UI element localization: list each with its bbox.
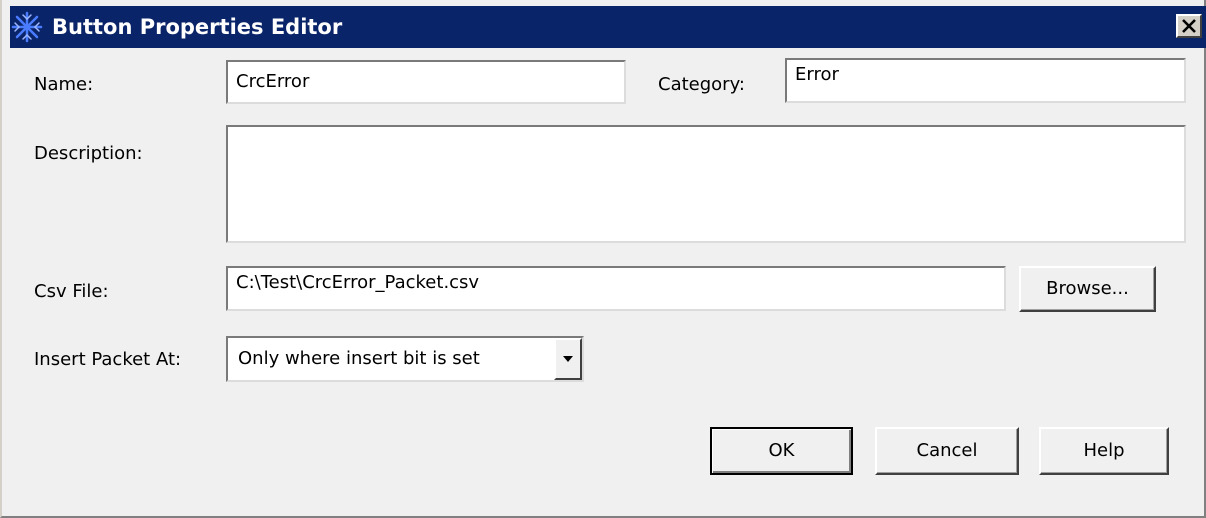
help-button[interactable]: Help [1039,427,1169,475]
dropdown-button[interactable] [554,338,582,380]
csv-file-field[interactable]: C:\Test\CrcError_Packet.csv [226,266,1006,311]
name-field[interactable]: CrcError [226,60,626,104]
snowflake-icon [10,10,44,44]
insert-packet-dropdown[interactable]: Only where insert bit is set [226,336,584,382]
window-title: Button Properties Editor [52,15,343,39]
insert-packet-label: Insert Packet At: [34,349,182,370]
close-button[interactable] [1176,14,1202,38]
name-label: Name: [34,74,94,95]
description-label: Description: [34,143,143,164]
cancel-button[interactable]: Cancel [875,427,1019,475]
insert-packet-selected: Only where insert bit is set [238,348,480,369]
browse-button[interactable]: Browse... [1019,266,1156,312]
description-textarea[interactable] [226,125,1186,243]
button-properties-dialog: Button Properties Editor Name: CrcError … [0,0,1206,518]
title-bar[interactable]: Button Properties Editor [10,6,1206,48]
chevron-down-icon [563,356,573,362]
csv-file-label: Csv File: [34,281,109,302]
category-label: Category: [658,74,745,95]
category-field[interactable]: Error [785,58,1186,103]
ok-button[interactable]: OK [710,427,853,475]
close-icon [1182,19,1196,33]
